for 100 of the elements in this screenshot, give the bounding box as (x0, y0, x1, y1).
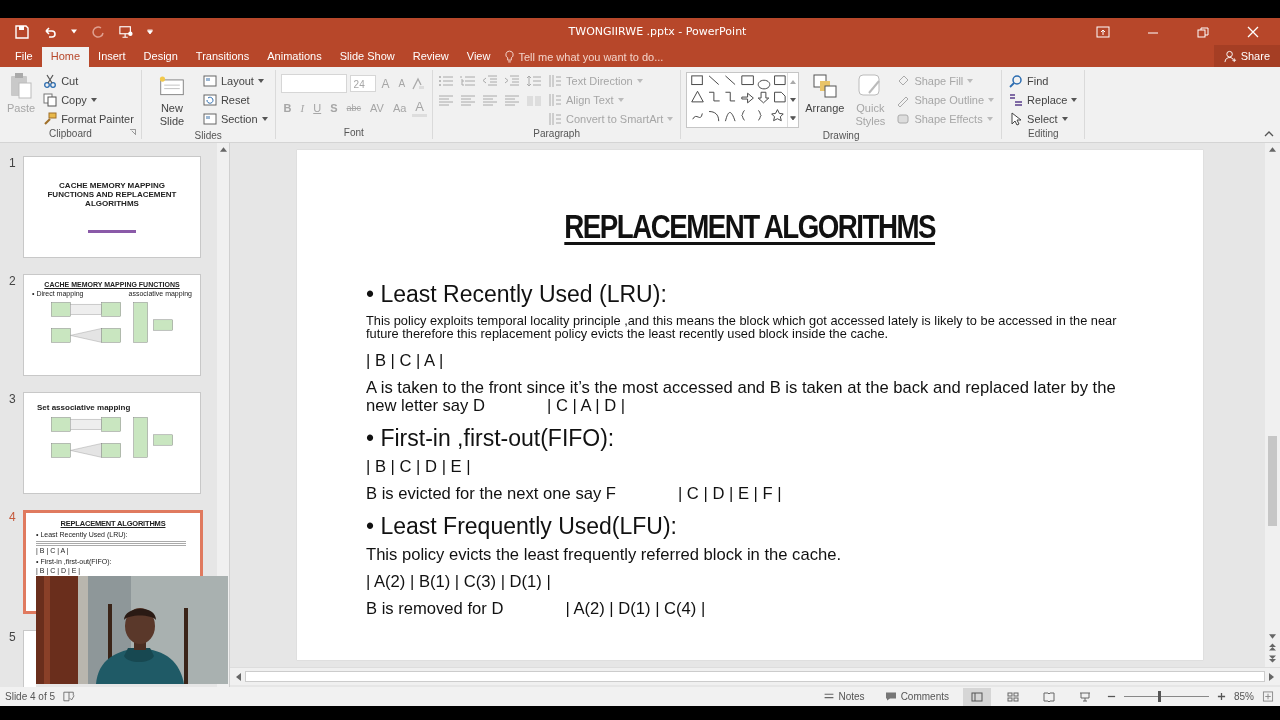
slide-number: 4 (9, 510, 17, 526)
copy-icon (43, 92, 58, 107)
ribbon-tab[interactable]: View (457, 47, 500, 67)
slide-number: 5 (9, 630, 17, 646)
scroll-left-icon[interactable] (236, 672, 241, 681)
scroll-down-icon[interactable] (790, 98, 797, 102)
group-label: Paragraph (533, 127, 580, 139)
cursor-icon (1009, 111, 1024, 126)
customize-icon[interactable] (147, 29, 153, 34)
share-button[interactable]: Share (1213, 45, 1280, 67)
caret-icon (90, 97, 97, 102)
person-icon (1223, 49, 1237, 63)
ribbon-tab[interactable]: Transitions (186, 47, 259, 67)
paintbrush-icon (43, 111, 58, 126)
editing-command[interactable]: Select (1007, 110, 1080, 127)
thumbnail-title: CACHE MEMORY MAPPING FUNCTIONS AND REPLACEMENT ALGORITHMS (46, 181, 178, 208)
slide-number: 2 (9, 274, 17, 290)
text-layout-icon (548, 111, 563, 126)
redo-icon[interactable] (91, 24, 105, 39)
ribbon-tab[interactable]: Review (403, 47, 458, 67)
slide-title: REPLACEMENT ALGORITHMS (564, 208, 936, 246)
layout-icon (202, 73, 217, 88)
scissors-icon (43, 73, 58, 88)
dialog-launcher-icon[interactable] (129, 129, 136, 135)
scroll-up-icon[interactable] (790, 80, 797, 84)
editing-command[interactable]: Find (1007, 72, 1080, 89)
slide-counter: Slide 4 of 5 (5, 691, 56, 702)
shape-gallery[interactable] (686, 72, 800, 128)
editing-command[interactable]: Replace (1007, 91, 1080, 108)
body-text: B is removed for D | A(2) | D(1) | C(4) | (366, 600, 707, 618)
text-layout-icon (548, 92, 563, 107)
caret-icon (967, 78, 974, 83)
lightbulb-icon (505, 50, 515, 63)
slides-command[interactable]: Reset (200, 91, 270, 108)
comments-button[interactable]: Comments (878, 691, 955, 702)
notes-button[interactable]: Notes (816, 691, 871, 702)
previous-slide-icon[interactable] (1269, 643, 1276, 651)
slide-number: 3 (9, 392, 17, 408)
scroll-down-icon[interactable] (1269, 634, 1276, 639)
scroll-thumb[interactable] (1268, 436, 1277, 526)
presenter-icon[interactable] (119, 24, 133, 39)
save-icon[interactable] (15, 24, 29, 39)
undo-icon[interactable] (43, 24, 57, 39)
body-paragraph: This policy exploits temporal locality principle ,and this means the block which got accessed lately is likely to be accessed in the near future therefore this replacement policy evicts the least recently used block inside the cache. (366, 314, 1118, 340)
caret-icon[interactable] (71, 29, 77, 34)
ribbon-tab[interactable]: Animations (258, 47, 331, 67)
group-label: Font (343, 126, 364, 138)
zoom-level[interactable]: 85% (1234, 691, 1254, 702)
group-label: Editing (1028, 127, 1059, 139)
clipboard-icon (8, 72, 35, 100)
normal-view-icon[interactable] (963, 687, 991, 706)
scroll-right-icon[interactable] (1269, 672, 1274, 681)
ribbon-tab[interactable]: Slide Show (330, 47, 404, 67)
caret-icon (667, 116, 674, 121)
spelling-check-icon[interactable] (63, 691, 76, 702)
slider-thumb[interactable] (1157, 691, 1161, 702)
comment-icon (884, 691, 897, 702)
scrollbar[interactable] (1265, 143, 1280, 667)
tell-me-field[interactable]: Tell me what you want to do... (505, 50, 679, 67)
ribbon-tab[interactable]: Insert (89, 47, 135, 67)
ribbon-tab[interactable]: File (6, 47, 42, 67)
caret-icon (257, 78, 264, 83)
body-text: B is evicted for the next one say F | C | D | E | F | (366, 485, 783, 503)
body-text: | B | C | D | E | (366, 458, 472, 476)
slide-thumbnail[interactable]: CACHE MEMORY MAPPING FUNCTIONS AND REPLACEMENT ALGORITHMS (23, 156, 201, 258)
arrange-button[interactable]: Arrange (803, 70, 847, 130)
caret-icon (617, 97, 624, 102)
bullet-heading: • Least Frequently Used(LFU): (366, 512, 678, 540)
paint-bucket-icon (896, 73, 911, 88)
slide-number: 1 (9, 156, 17, 172)
subtitle-mark (88, 230, 136, 233)
thumbnail-title: Set associative mapping (37, 403, 131, 412)
scroll-thumb[interactable] (245, 671, 1265, 682)
fit-to-window-icon[interactable] (1262, 691, 1274, 702)
caret-icon (1061, 116, 1068, 121)
clipboard-command[interactable]: Format Painter (41, 110, 136, 127)
next-slide-icon[interactable] (1269, 655, 1276, 663)
caret-icon (636, 78, 643, 83)
slides-command[interactable]: Section (200, 110, 270, 127)
clipboard-command[interactable]: Copy (41, 91, 136, 108)
search-icon (1009, 73, 1024, 88)
new-slide-button[interactable]: New Slide (146, 70, 197, 130)
scroll-up-icon[interactable] (219, 147, 227, 152)
group-label: Slides (194, 130, 222, 141)
body-text: | A(2) | B(1) | C(3) | D(1) | (366, 573, 552, 591)
zoom-in-icon[interactable] (1217, 692, 1226, 701)
ribbon-tab[interactable]: Home (41, 47, 90, 67)
slide-thumbnail[interactable]: Set associative mapping (23, 392, 201, 494)
slides-command[interactable]: Layout (200, 72, 270, 89)
caret-icon (1071, 97, 1078, 102)
group-label: Clipboard (49, 127, 92, 139)
window-title: TWONGIIRWE .pptx - PowerPoint (567, 25, 748, 38)
ribbon-tab[interactable]: Design (134, 47, 187, 67)
clipboard-command[interactable]: Cut (41, 72, 136, 89)
group-label: Drawing (822, 130, 860, 141)
collapse-ribbon-icon[interactable] (1264, 131, 1274, 137)
scrollbar[interactable] (230, 667, 1280, 685)
bullet-heading: • First-in ,first-out(FIFO): (366, 424, 616, 452)
more-icon[interactable] (790, 116, 797, 120)
scroll-up-icon[interactable] (1269, 147, 1276, 152)
